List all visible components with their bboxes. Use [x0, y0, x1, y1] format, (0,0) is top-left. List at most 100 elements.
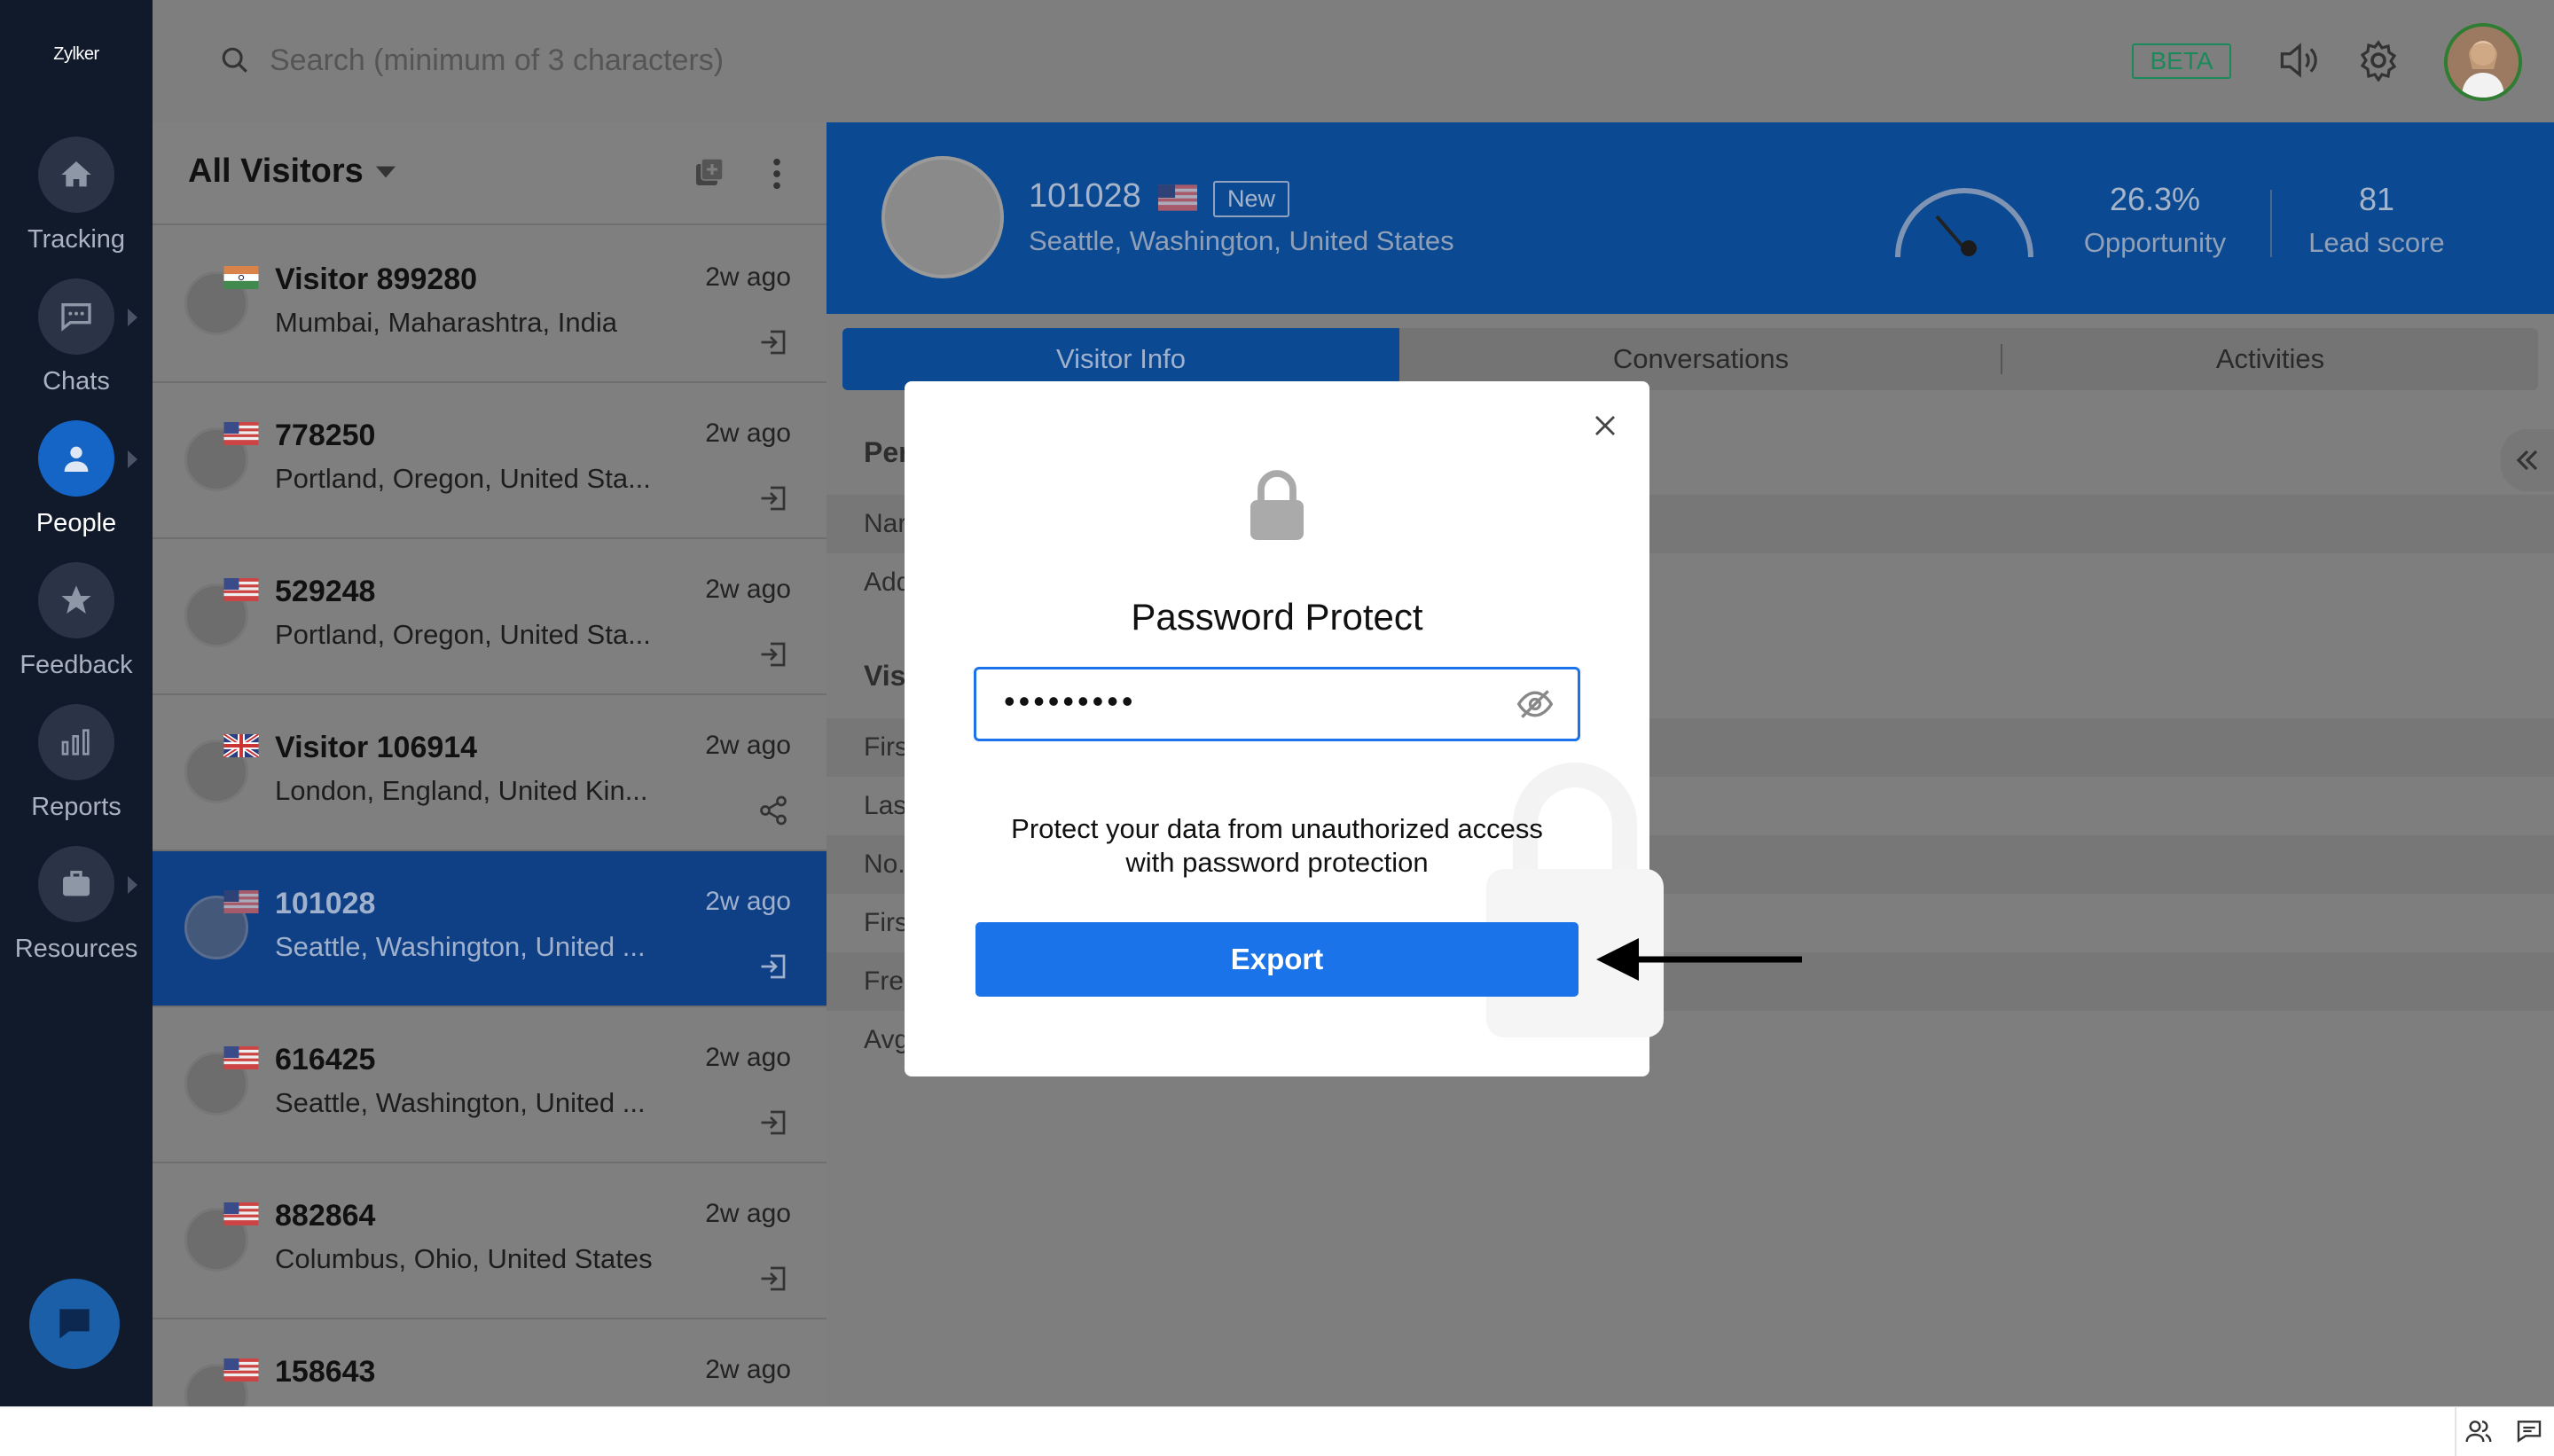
visitor-row[interactable]: 882864 Columbus, Ohio, United States 2w …: [153, 1163, 827, 1319]
us-flag-icon: [223, 890, 259, 913]
banner-divider: [2270, 190, 2272, 257]
visitor-row-selected[interactable]: 101028 Seattle, Washington, United ... 2…: [153, 851, 827, 1007]
field-label: No.: [864, 849, 905, 879]
beta-badge[interactable]: BETA: [2132, 43, 2231, 79]
visitor-location: London, England, United Kin...: [275, 775, 648, 806]
visitor-row[interactable]: Visitor 899280 Mumbai, Maharashtra, Indi…: [153, 227, 827, 383]
app-logo[interactable]: Zylker: [0, 44, 153, 65]
pointer-arrow-icon: [1596, 938, 1802, 981]
more-options-icon[interactable]: [764, 156, 789, 192]
visitor-name: 158643: [275, 1355, 376, 1389]
bottom-status-bar: [0, 1406, 2554, 1456]
us-flag-icon: [223, 422, 259, 445]
visitor-row[interactable]: Visitor 106914 London, England, United K…: [153, 695, 827, 851]
login-icon[interactable]: [756, 326, 791, 358]
chat-bubble-icon: [38, 278, 114, 355]
field-label: Firs: [864, 732, 908, 762]
chat-launcher-button[interactable]: [29, 1279, 120, 1369]
share-icon[interactable]: [756, 795, 791, 826]
section-heading: Per: [864, 436, 910, 468]
login-icon[interactable]: [756, 482, 791, 514]
chat-icon: [59, 1309, 90, 1339]
visitor-location: Seattle, Washington, United ...: [275, 931, 646, 962]
opportunity-value: 26.3%: [2109, 181, 2201, 217]
visitor-time: 2w ago: [705, 419, 791, 448]
visitor-location: Mumbai, Maharashtra, India: [275, 307, 617, 338]
visitor-time: 2w ago: [705, 1199, 791, 1228]
home-icon: [38, 137, 114, 213]
expand-caret-icon[interactable]: [128, 876, 137, 894]
collapse-panel-button[interactable]: [2501, 429, 2554, 491]
star-icon: [38, 562, 114, 638]
visitor-name: Visitor 899280: [275, 262, 478, 296]
chevron-down-icon: [375, 166, 396, 177]
nav-item-reports[interactable]: Reports: [0, 704, 153, 846]
expand-caret-icon[interactable]: [128, 309, 137, 326]
field-label: Firs: [864, 908, 908, 937]
login-icon[interactable]: [756, 638, 791, 670]
tab-activities[interactable]: Activities: [2002, 328, 2538, 390]
dialog-description-line: Protect your data from unauthorized acce…: [1011, 813, 1543, 844]
visitor-time: 2w ago: [705, 887, 791, 916]
nav-item-people[interactable]: People: [0, 420, 153, 562]
export-button[interactable]: Export: [975, 922, 1579, 997]
visitor-location: Portland, Oregon, United Sta...: [275, 463, 651, 494]
opportunity-gauge-icon: [1895, 188, 2033, 258]
dialog-description: Protect your data from unauthorized acce…: [940, 812, 1614, 880]
visitor-filter-dropdown[interactable]: All Visitors: [188, 153, 396, 191]
visitor-name: 882864: [275, 1199, 376, 1233]
visitor-time: 2w ago: [705, 731, 791, 760]
visitor-filter-label: All Visitors: [188, 153, 364, 190]
visitor-name: 101028: [275, 887, 376, 920]
visitor-row[interactable]: 529248 Portland, Oregon, United Sta... 2…: [153, 539, 827, 695]
lock-icon: [1250, 470, 1304, 540]
nav-item-resources[interactable]: Resources: [0, 846, 153, 988]
us-flag-icon: [223, 578, 259, 601]
field-label: Fre: [864, 967, 904, 996]
visitor-location: Portland, Oregon, United Sta...: [275, 619, 651, 650]
nav-label: Chats: [43, 367, 110, 395]
visitor-large-avatar: [881, 156, 1004, 278]
nav-label: Reports: [31, 793, 121, 821]
login-icon[interactable]: [756, 1107, 791, 1139]
lead-score-label: Lead score: [2308, 227, 2445, 258]
new-visitor-badge: New: [1213, 181, 1290, 217]
people-icon[interactable]: [2464, 1417, 2494, 1445]
password-value: •••••••••: [1004, 683, 1137, 719]
nav-item-chats[interactable]: Chats: [0, 278, 153, 420]
double-chevron-left-icon: [2516, 450, 2538, 471]
india-flag-icon: [223, 266, 259, 289]
visitor-time: 2w ago: [705, 575, 791, 604]
section-heading: Vis: [864, 660, 906, 692]
nav-label: Tracking: [27, 225, 126, 254]
visitor-time: 2w ago: [705, 1355, 791, 1384]
person-icon: [38, 420, 114, 497]
visitor-row[interactable]: 158643 2w ago: [153, 1319, 827, 1406]
nav-item-tracking[interactable]: Tracking: [0, 137, 153, 278]
dialog-title: Password Protect: [1131, 596, 1423, 638]
speaker-icon[interactable]: [2277, 41, 2325, 80]
search-icon: [222, 47, 247, 73]
expand-caret-icon[interactable]: [128, 450, 137, 468]
nav-item-feedback[interactable]: Feedback: [0, 562, 153, 704]
search-input[interactable]: Search (minimum of 3 characters): [220, 32, 1018, 89]
us-flag-icon: [223, 1358, 259, 1382]
user-avatar[interactable]: [2444, 23, 2522, 101]
close-button[interactable]: [1584, 404, 1626, 447]
visitor-banner: [827, 122, 2554, 314]
uk-flag-icon: [223, 734, 259, 757]
visitor-row[interactable]: 778250 Portland, Oregon, United Sta... 2…: [153, 383, 827, 539]
visitor-name: Visitor 106914: [275, 731, 478, 764]
visitor-row[interactable]: 616425 Seattle, Washington, United ... 2…: [153, 1007, 827, 1163]
field-label: Nar: [864, 509, 907, 538]
add-filter-icon[interactable]: [693, 156, 725, 188]
eye-off-icon[interactable]: [1515, 685, 1555, 724]
login-icon[interactable]: [756, 1263, 791, 1295]
message-icon[interactable]: [2515, 1417, 2543, 1445]
close-icon: [1595, 416, 1615, 435]
gear-icon[interactable]: [2357, 39, 2400, 82]
login-icon[interactable]: [756, 951, 791, 982]
visitor-banner-location: Seattle, Washington, United States: [1029, 225, 1454, 256]
nav-label: Resources: [14, 935, 138, 963]
nav-label: Feedback: [20, 651, 133, 679]
